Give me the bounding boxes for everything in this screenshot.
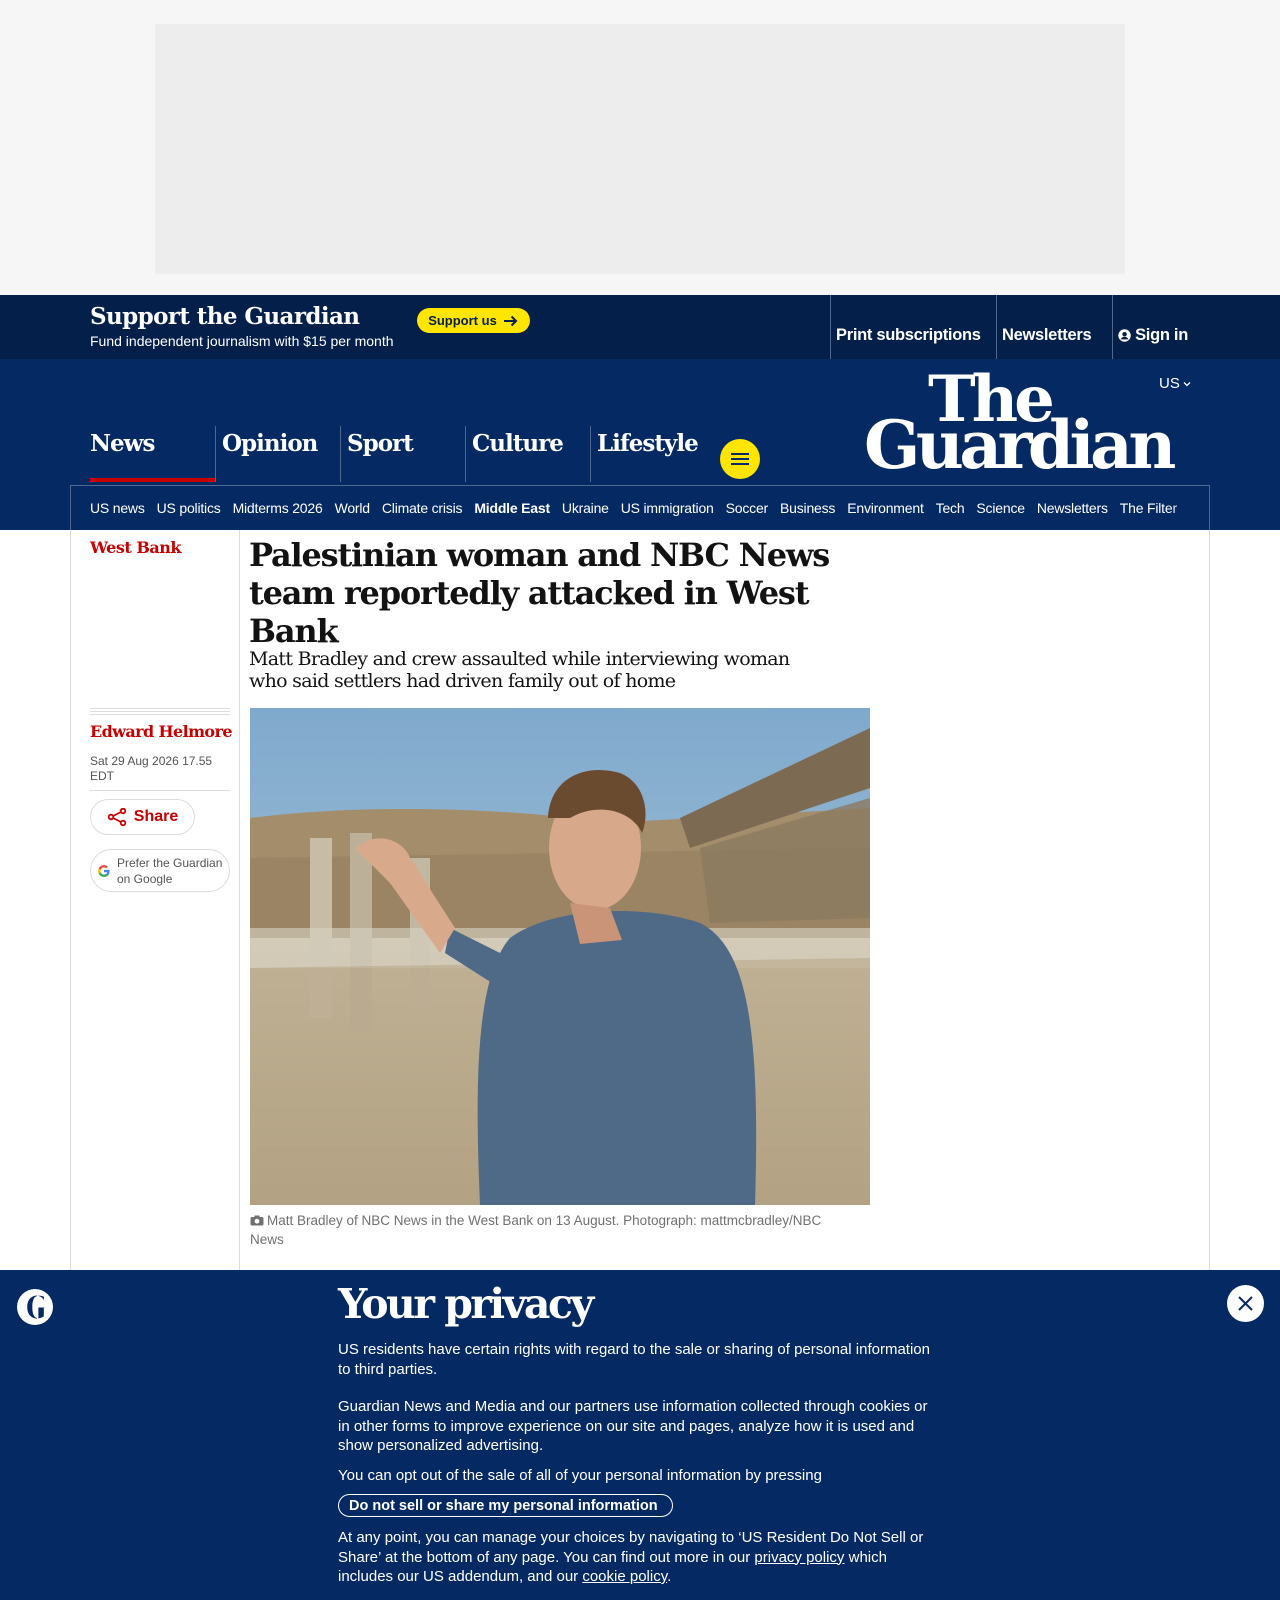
newsletters-link[interactable]: Newsletters <box>996 295 1112 359</box>
byline[interactable]: Edward Helmore <box>90 722 233 741</box>
pillar-culture[interactable]: Culture <box>465 426 590 482</box>
meta-rule <box>90 790 230 791</box>
logo-guardian: Guardian <box>864 406 1176 484</box>
privacy-title: Your privacy <box>338 1280 594 1328</box>
support-title: Support the Guardian <box>90 303 360 330</box>
subnav-us-immigration[interactable]: US immigration <box>621 500 714 516</box>
prefer-google-label: Prefer the Guardian on Google <box>117 855 223 886</box>
sub-nav: US news US politics Midterms 2026 World … <box>70 485 1210 530</box>
close-icon <box>1238 1296 1253 1311</box>
guardian-g-icon <box>17 1289 53 1325</box>
menu-button[interactable] <box>720 439 760 479</box>
pillar-news[interactable]: News <box>90 426 215 482</box>
prefer-google-button[interactable]: Prefer the Guardian on Google <box>90 849 230 892</box>
arrow-right-icon <box>503 315 518 326</box>
pillar-nav: News Opinion Sport Culture Lifestyle <box>90 426 760 482</box>
pillar-lifestyle[interactable]: Lifestyle <box>590 426 715 482</box>
subnav-soccer[interactable]: Soccer <box>726 500 769 516</box>
support-us-label: Support us <box>428 313 497 328</box>
menu-icon <box>731 453 749 465</box>
subnav-environment[interactable]: Environment <box>847 500 924 516</box>
meta-divider <box>90 708 230 717</box>
subnav-us-news[interactable]: US news <box>90 500 145 516</box>
photo-caption: Matt Bradley of NBC News in the West Ban… <box>250 1211 850 1249</box>
ad-placeholder <box>155 24 1125 274</box>
subnav-midterms[interactable]: Midterms 2026 <box>233 500 323 516</box>
privacy-policy-link[interactable]: privacy policy <box>754 1549 844 1566</box>
privacy-banner: Your privacy US residents have certain r… <box>0 1270 1280 1600</box>
share-button[interactable]: Share <box>90 799 195 835</box>
privacy-paragraph-2: Guardian News and Media and our partners… <box>338 1398 928 1454</box>
subnav-science[interactable]: Science <box>976 500 1025 516</box>
article-headline: Palestinian woman and NBC News team repo… <box>249 536 830 650</box>
subnav-tech[interactable]: Tech <box>936 500 965 516</box>
subnav-climate-crisis[interactable]: Climate crisis <box>382 500 463 516</box>
sign-in-link[interactable]: Sign in <box>1112 295 1192 359</box>
top-links: Print subscriptions Newsletters Sign in <box>830 295 1192 359</box>
privacy-paragraph-3: You can opt out of the sale of all of yo… <box>338 1467 822 1484</box>
pillar-opinion[interactable]: Opinion <box>215 426 340 482</box>
subnav-us-politics[interactable]: US politics <box>157 500 221 516</box>
article-main-photo <box>250 708 870 1205</box>
ad-area <box>0 0 1280 295</box>
subnav-fade <box>1169 486 1209 530</box>
print-subscriptions-link[interactable]: Print subscriptions <box>830 295 996 359</box>
subnav-business[interactable]: Business <box>780 500 835 516</box>
section-tag[interactable]: West Bank <box>90 538 181 557</box>
share-icon <box>107 808 126 826</box>
pillar-sport[interactable]: Sport <box>340 426 465 482</box>
sign-in-label: Sign in <box>1135 325 1188 344</box>
google-icon <box>98 864 110 877</box>
support-subtitle: Fund independent journalism with $15 per… <box>90 333 394 349</box>
subnav-world[interactable]: World <box>335 500 371 516</box>
cookie-policy-link[interactable]: cookie policy <box>582 1568 667 1585</box>
masthead: US The Guardian News Opinion Sport Cultu… <box>0 359 1280 530</box>
support-bar: Support the Guardian Fund independent jo… <box>0 295 1280 359</box>
article-standfirst: Matt Bradley and crew assaulted while in… <box>249 648 790 692</box>
subnav-newsletters[interactable]: Newsletters <box>1037 500 1108 516</box>
user-icon <box>1118 328 1131 342</box>
support-us-button[interactable]: Support us <box>417 308 530 333</box>
subnav-ukraine[interactable]: Ukraine <box>562 500 609 516</box>
photo-caption-text: Matt Bradley of NBC News in the West Ban… <box>250 1213 822 1247</box>
do-not-sell-button[interactable]: Do not sell or share my personal informa… <box>338 1494 673 1517</box>
share-label: Share <box>133 808 179 825</box>
privacy-paragraph-1: US residents have certain rights with re… <box>338 1341 930 1378</box>
privacy-close-button[interactable] <box>1227 1285 1264 1322</box>
dateline: Sat 29 Aug 2026 17.55 EDT <box>90 754 213 783</box>
left-column-rule <box>239 530 240 1270</box>
privacy-p4-end: . <box>667 1568 672 1585</box>
photo-illustration <box>250 708 870 1205</box>
camera-icon <box>250 1215 264 1226</box>
privacy-paragraph-4: At any point, you can manage your choice… <box>338 1528 938 1587</box>
guardian-logo[interactable]: The Guardian <box>864 367 1192 479</box>
subnav-middle-east[interactable]: Middle East <box>474 500 550 516</box>
